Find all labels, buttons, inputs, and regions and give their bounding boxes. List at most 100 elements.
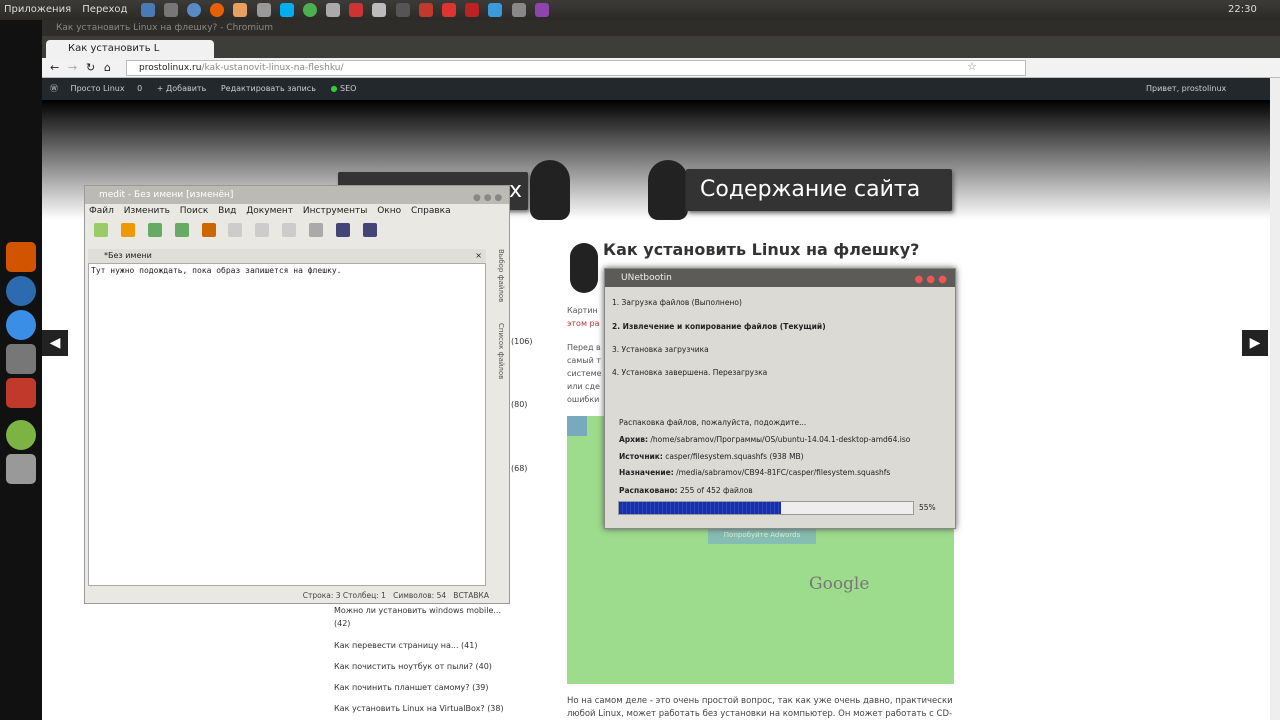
sidebar-link[interactable]: Как установить Linux на VirtualBox? (38) — [334, 704, 504, 713]
article-link[interactable]: этом ра — [567, 319, 600, 328]
menu-help[interactable]: Справка — [411, 206, 451, 216]
sidebar-link[interactable]: Как почистить ноутбук от пыли? (40) — [334, 662, 492, 671]
side-panel-tabs: Выбор файлов Список файлов — [491, 249, 505, 419]
app-icon[interactable] — [511, 3, 526, 17]
back-icon[interactable]: ← — [50, 61, 59, 74]
firefox-icon[interactable] — [210, 3, 225, 17]
menu-window[interactable]: Окно — [377, 206, 401, 216]
chromium-icon[interactable] — [6, 310, 36, 340]
step-2: 2. Извлечение и копирование файлов (Теку… — [612, 322, 826, 331]
app-icon[interactable] — [372, 3, 387, 17]
copy-icon[interactable] — [282, 223, 297, 237]
wp-edit-post[interactable]: Редактировать запись — [221, 84, 316, 93]
window-controls-icon[interactable]: ● ● ● — [914, 271, 947, 289]
skype-icon[interactable] — [279, 3, 294, 17]
wp-seo[interactable]: SEO — [340, 84, 356, 93]
chrome-icon[interactable] — [302, 3, 317, 17]
open-icon[interactable] — [120, 223, 135, 237]
new-icon[interactable] — [94, 223, 108, 237]
app-icon[interactable] — [442, 3, 457, 17]
cut-icon[interactable] — [255, 223, 270, 237]
medit-window: medit - Без имени [изменён] ● ● ● Файл И… — [84, 185, 510, 604]
sidebar-link[interactable]: Как починить планшет самому? (39) — [334, 683, 489, 692]
tab-file-list[interactable]: Список файлов — [497, 323, 505, 379]
app-icon[interactable] — [140, 3, 155, 17]
source-row: Источник: casper/filesystem.squashfs (93… — [619, 452, 804, 461]
app-icon[interactable] — [326, 3, 341, 17]
wp-greeting[interactable]: Привет, prostolinux — [1146, 78, 1226, 100]
wp-admin-bar: Ⓦ Просто Linux 0 + Добавить Редактироват… — [42, 78, 1280, 100]
doc-tab[interactable]: *Без имени × — [88, 249, 486, 263]
star-icon[interactable]: ☆ — [967, 60, 977, 73]
doc-tab-label: *Без имени — [104, 251, 152, 260]
redo-icon[interactable] — [228, 223, 243, 237]
wp-add-new[interactable]: + Добавить — [157, 84, 207, 93]
unetbootin-window: UNetbootin ● ● ● 1. Загрузка файлов (Вып… — [604, 268, 956, 529]
menu-tools[interactable]: Инструменты — [303, 206, 367, 216]
trash-icon[interactable] — [6, 454, 36, 484]
wordpress-icon[interactable]: Ⓦ — [50, 84, 58, 93]
forward-icon[interactable]: → — [68, 61, 77, 74]
sidebar-count: (42) — [334, 619, 351, 628]
clock[interactable]: 22:30 — [1228, 0, 1257, 20]
app-icon[interactable] — [6, 420, 36, 450]
mail-icon[interactable] — [256, 3, 271, 17]
medit-statusbar: Строка: 3 Столбец: 1 Символов: 54 ВСТАВК… — [85, 589, 509, 603]
insert-mode: ВСТАВКА — [453, 591, 489, 600]
find-replace-icon[interactable] — [362, 223, 377, 237]
tools-icon[interactable] — [6, 344, 36, 374]
thunderbird-icon[interactable] — [6, 276, 36, 306]
find-icon[interactable] — [335, 223, 350, 237]
paste-icon[interactable] — [309, 223, 323, 237]
terminal-icon[interactable] — [395, 3, 410, 17]
menu-view[interactable]: Вид — [218, 206, 236, 216]
wp-site-name[interactable]: Просто Linux — [71, 84, 125, 93]
app-icon[interactable] — [534, 3, 549, 17]
app-icon[interactable] — [349, 3, 364, 17]
app-icon[interactable] — [465, 3, 480, 17]
next-arrow-icon[interactable]: ▶ — [1242, 330, 1268, 356]
twitter-icon[interactable] — [488, 3, 503, 17]
filezilla-icon[interactable] — [418, 3, 433, 17]
sidebar-count: (68) — [511, 464, 528, 473]
menu-document[interactable]: Документ — [246, 206, 293, 216]
address-bar[interactable]: prostolinux.ru/kak-ustanovit-linux-na-fl… — [126, 60, 1026, 76]
home-icon[interactable]: ⌂ — [104, 61, 111, 74]
undo-icon[interactable] — [201, 223, 216, 237]
scrollbar[interactable] — [1270, 78, 1280, 720]
sidebar-link[interactable]: Как перевести страницу на... (41) — [334, 641, 477, 650]
window-controls-icon[interactable]: ● ● ● — [473, 189, 503, 203]
go-menu[interactable]: Переход — [78, 0, 131, 20]
post-title: Как установить Linux на флешку? — [603, 240, 920, 259]
medit-title: medit - Без имени [изменён] — [99, 190, 234, 200]
chromium-icon[interactable] — [186, 3, 201, 17]
sidebar-link[interactable]: Можно ли установить windows mobile... — [334, 606, 501, 615]
tab-title: Как установить L — [68, 43, 160, 54]
save-as-icon[interactable] — [174, 223, 189, 237]
app-icon[interactable] — [233, 3, 248, 17]
close-tab-icon[interactable]: × — [475, 249, 482, 263]
tab-file-selector[interactable]: Выбор файлов — [497, 249, 505, 302]
app-icon[interactable] — [163, 3, 178, 17]
menu-search[interactable]: Поиск — [180, 206, 209, 216]
medit-titlebar[interactable]: medit - Без имени [изменён] ● ● ● — [85, 186, 509, 204]
anchor-icon[interactable] — [6, 242, 36, 272]
comments-count[interactable]: 0 — [137, 84, 142, 93]
pen-icon[interactable] — [6, 378, 36, 408]
menu-file[interactable]: Файл — [89, 206, 114, 216]
prev-arrow-icon[interactable]: ◀ — [42, 330, 68, 356]
contents-banner[interactable]: Содержание сайта — [686, 169, 952, 211]
step-3: 3. Установка загрузчика — [612, 345, 709, 354]
reload-icon[interactable]: ↻ — [86, 61, 95, 74]
article-text: или сде — [567, 382, 600, 391]
editor-text-area[interactable]: Тут нужно подождать, пока образ запишетс… — [88, 263, 486, 586]
unetbootin-titlebar[interactable]: UNetbootin ● ● ● — [605, 269, 955, 287]
menu-edit[interactable]: Изменить — [124, 206, 170, 216]
save-icon[interactable] — [147, 223, 162, 237]
url-path: /kak-ustanovit-linux-na-fleshku/ — [201, 63, 344, 73]
browser-tab[interactable]: Как установить L — [46, 40, 214, 58]
apps-menu[interactable]: Приложения — [0, 0, 75, 20]
launcher — [0, 20, 42, 720]
article-text: Картин — [567, 306, 598, 315]
medit-toolbar — [85, 219, 509, 245]
